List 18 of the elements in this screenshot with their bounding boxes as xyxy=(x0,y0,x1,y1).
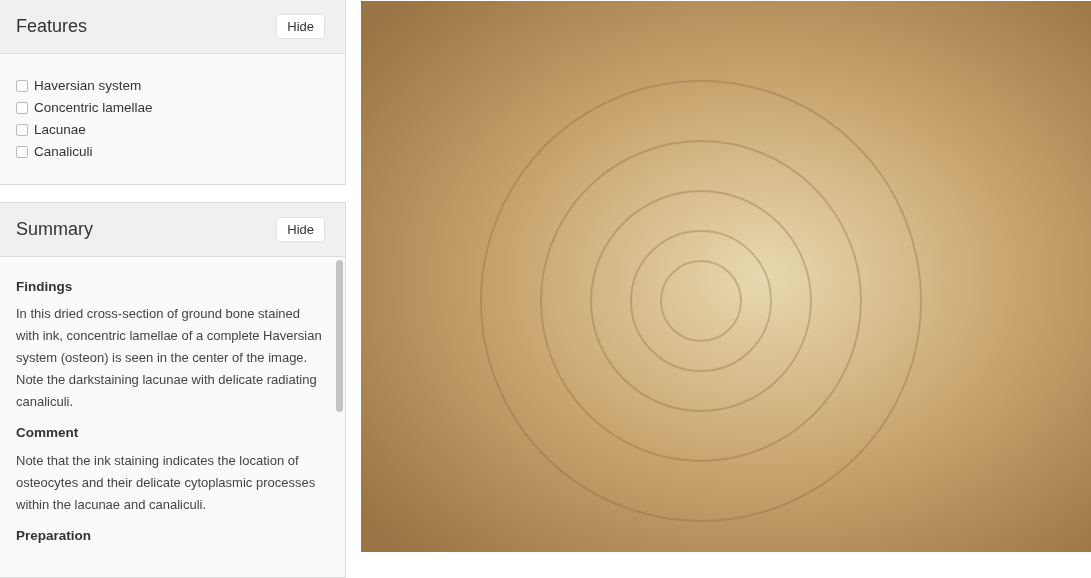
section-heading: Comment xyxy=(16,424,80,443)
panel-title: Summary xyxy=(16,218,93,241)
hide-button[interactable]: Hide xyxy=(276,216,325,243)
panel-title: Features xyxy=(16,15,88,38)
section-text: In this dried cross-section of ground bone stained with ink, concentric lamellae of a complete Haversian system (osteon) is seen in the center of the image. Note the darkstaining lacunae with delicate radiating canaliculi. xyxy=(16,305,323,412)
section-heading: Findings xyxy=(16,278,74,296)
scrollbar-thumb[interactable] xyxy=(335,260,343,412)
checkbox[interactable] xyxy=(16,80,28,92)
hide-button[interactable]: Hide xyxy=(276,13,325,40)
feature-label[interactable]: Lacunae xyxy=(34,121,86,139)
feature-label[interactable]: Concentric lamellae xyxy=(34,99,153,117)
checkbox[interactable] xyxy=(16,146,28,158)
feature-label[interactable]: Haversian system xyxy=(34,77,142,95)
feature-label[interactable]: Canaliculi xyxy=(34,143,93,161)
section-heading: Preparation xyxy=(16,526,93,545)
checkbox[interactable] xyxy=(16,124,28,136)
checkbox[interactable] xyxy=(16,102,28,114)
section-text: Note that the ink staining indicates the location of osteocytes and their delicate cytoplasmic processes within the lacunae and canaliculi. xyxy=(16,451,317,514)
